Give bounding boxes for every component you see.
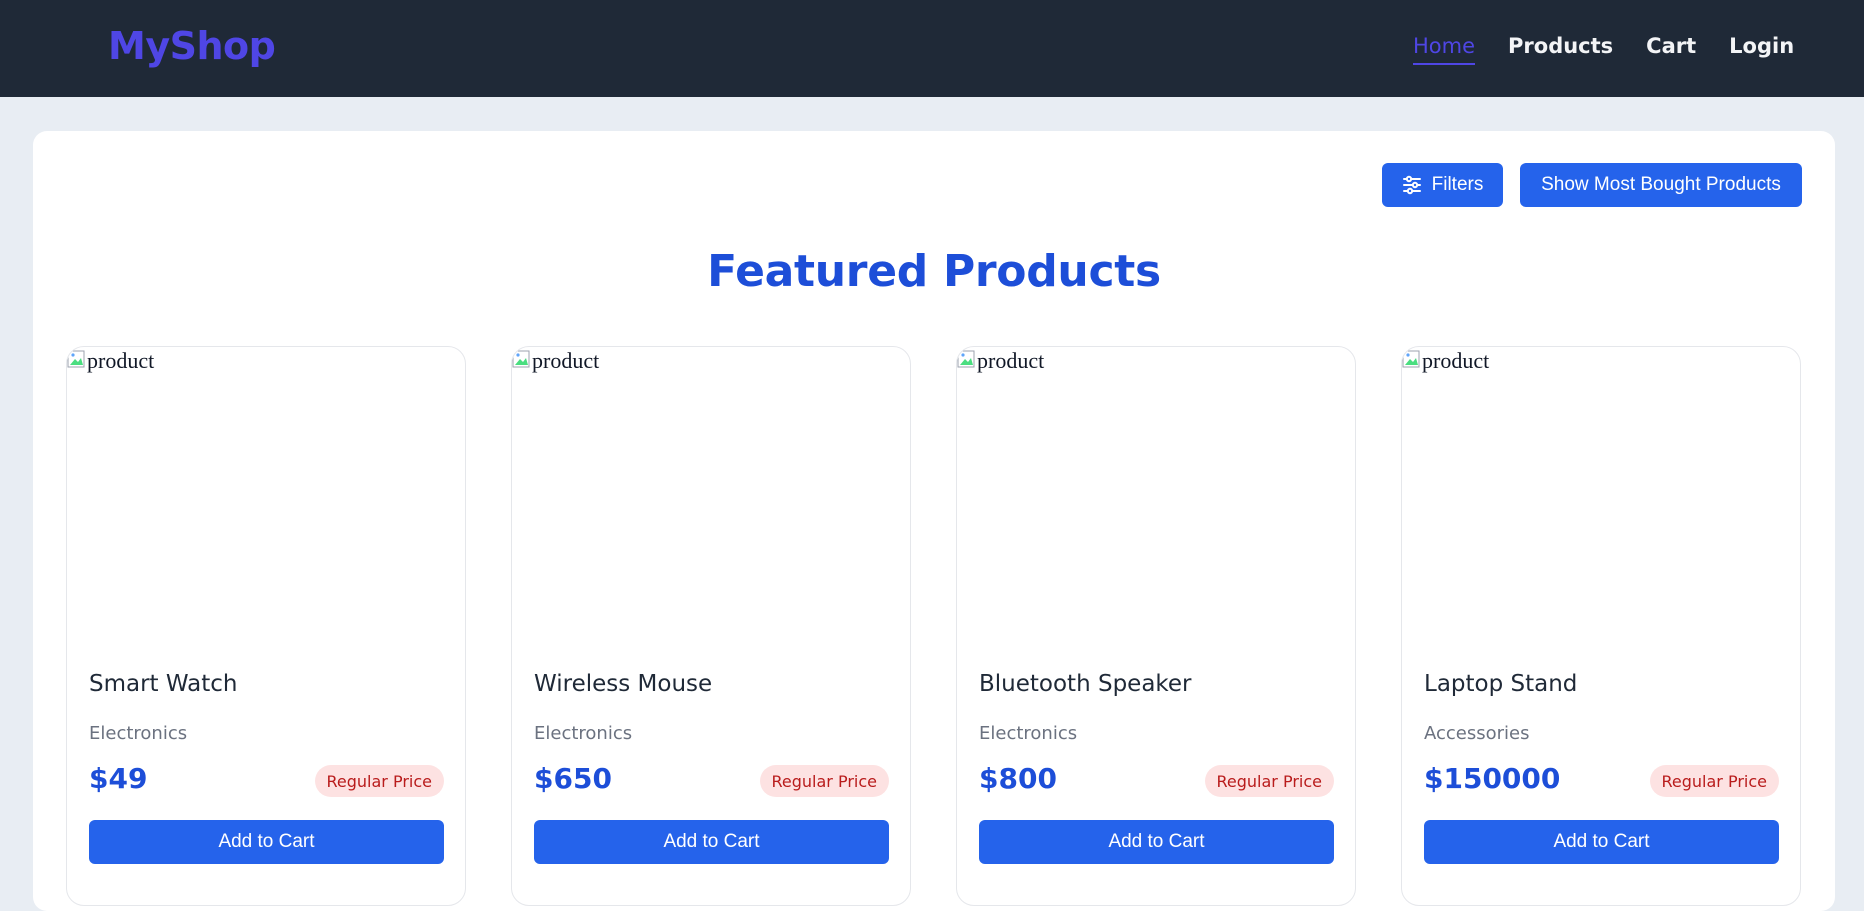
broken-image-icon bbox=[1402, 348, 1422, 370]
price-badge: Regular Price bbox=[1204, 765, 1334, 797]
product-card: product Bluetooth Speaker Electronics $8… bbox=[956, 346, 1356, 906]
price-badge: Regular Price bbox=[759, 765, 889, 797]
price-badge: Regular Price bbox=[314, 765, 444, 797]
product-category: Accessories bbox=[1424, 723, 1530, 744]
product-image-alt: product bbox=[977, 348, 1045, 373]
product-price: $49 bbox=[89, 762, 148, 795]
filters-button[interactable]: Filters bbox=[1382, 163, 1503, 207]
product-image-alt: product bbox=[532, 348, 600, 373]
broken-image-icon bbox=[512, 348, 532, 370]
product-image: product bbox=[67, 347, 465, 637]
add-to-cart-button[interactable]: Add to Cart bbox=[89, 820, 444, 864]
product-price: $800 bbox=[979, 762, 1057, 795]
products-panel: Filters Show Most Bought Products Featur… bbox=[33, 131, 1835, 911]
product-card: product Wireless Mouse Electronics $650 … bbox=[511, 346, 911, 906]
product-name: Bluetooth Speaker bbox=[979, 671, 1192, 697]
product-card: product Smart Watch Electronics $49 Regu… bbox=[66, 346, 466, 906]
product-price: $650 bbox=[534, 762, 612, 795]
product-image-alt: product bbox=[87, 348, 155, 373]
add-to-cart-button[interactable]: Add to Cart bbox=[979, 820, 1334, 864]
add-to-cart-button[interactable]: Add to Cart bbox=[534, 820, 889, 864]
filters-label: Filters bbox=[1431, 174, 1484, 195]
product-category: Electronics bbox=[979, 723, 1078, 744]
page-title: Featured Products bbox=[707, 246, 1161, 297]
top-navbar: MyShop Home Products Cart Login bbox=[0, 0, 1864, 97]
main-nav: Home Products Cart Login bbox=[1413, 32, 1794, 65]
nav-link-home[interactable]: Home bbox=[1413, 32, 1476, 65]
product-category: Electronics bbox=[89, 723, 188, 744]
brand-logo[interactable]: MyShop bbox=[108, 24, 276, 68]
price-badge: Regular Price bbox=[1649, 765, 1779, 797]
add-to-cart-button[interactable]: Add to Cart bbox=[1424, 820, 1779, 864]
product-name: Wireless Mouse bbox=[534, 671, 713, 697]
product-name: Laptop Stand bbox=[1424, 671, 1578, 697]
show-most-bought-button[interactable]: Show Most Bought Products bbox=[1520, 163, 1802, 207]
product-image: product bbox=[1402, 347, 1800, 637]
product-image-alt: product bbox=[1422, 348, 1490, 373]
product-card: product Laptop Stand Accessories $150000… bbox=[1401, 346, 1801, 906]
product-image: product bbox=[512, 347, 910, 637]
broken-image-icon bbox=[67, 348, 87, 370]
product-price: $150000 bbox=[1424, 762, 1561, 795]
sliders-icon bbox=[1402, 175, 1422, 195]
broken-image-icon bbox=[957, 348, 977, 370]
product-name: Smart Watch bbox=[89, 671, 238, 697]
nav-link-login[interactable]: Login bbox=[1729, 32, 1794, 65]
product-category: Electronics bbox=[534, 723, 633, 744]
nav-link-products[interactable]: Products bbox=[1508, 32, 1613, 65]
nav-link-cart[interactable]: Cart bbox=[1646, 32, 1696, 65]
product-image: product bbox=[957, 347, 1355, 637]
